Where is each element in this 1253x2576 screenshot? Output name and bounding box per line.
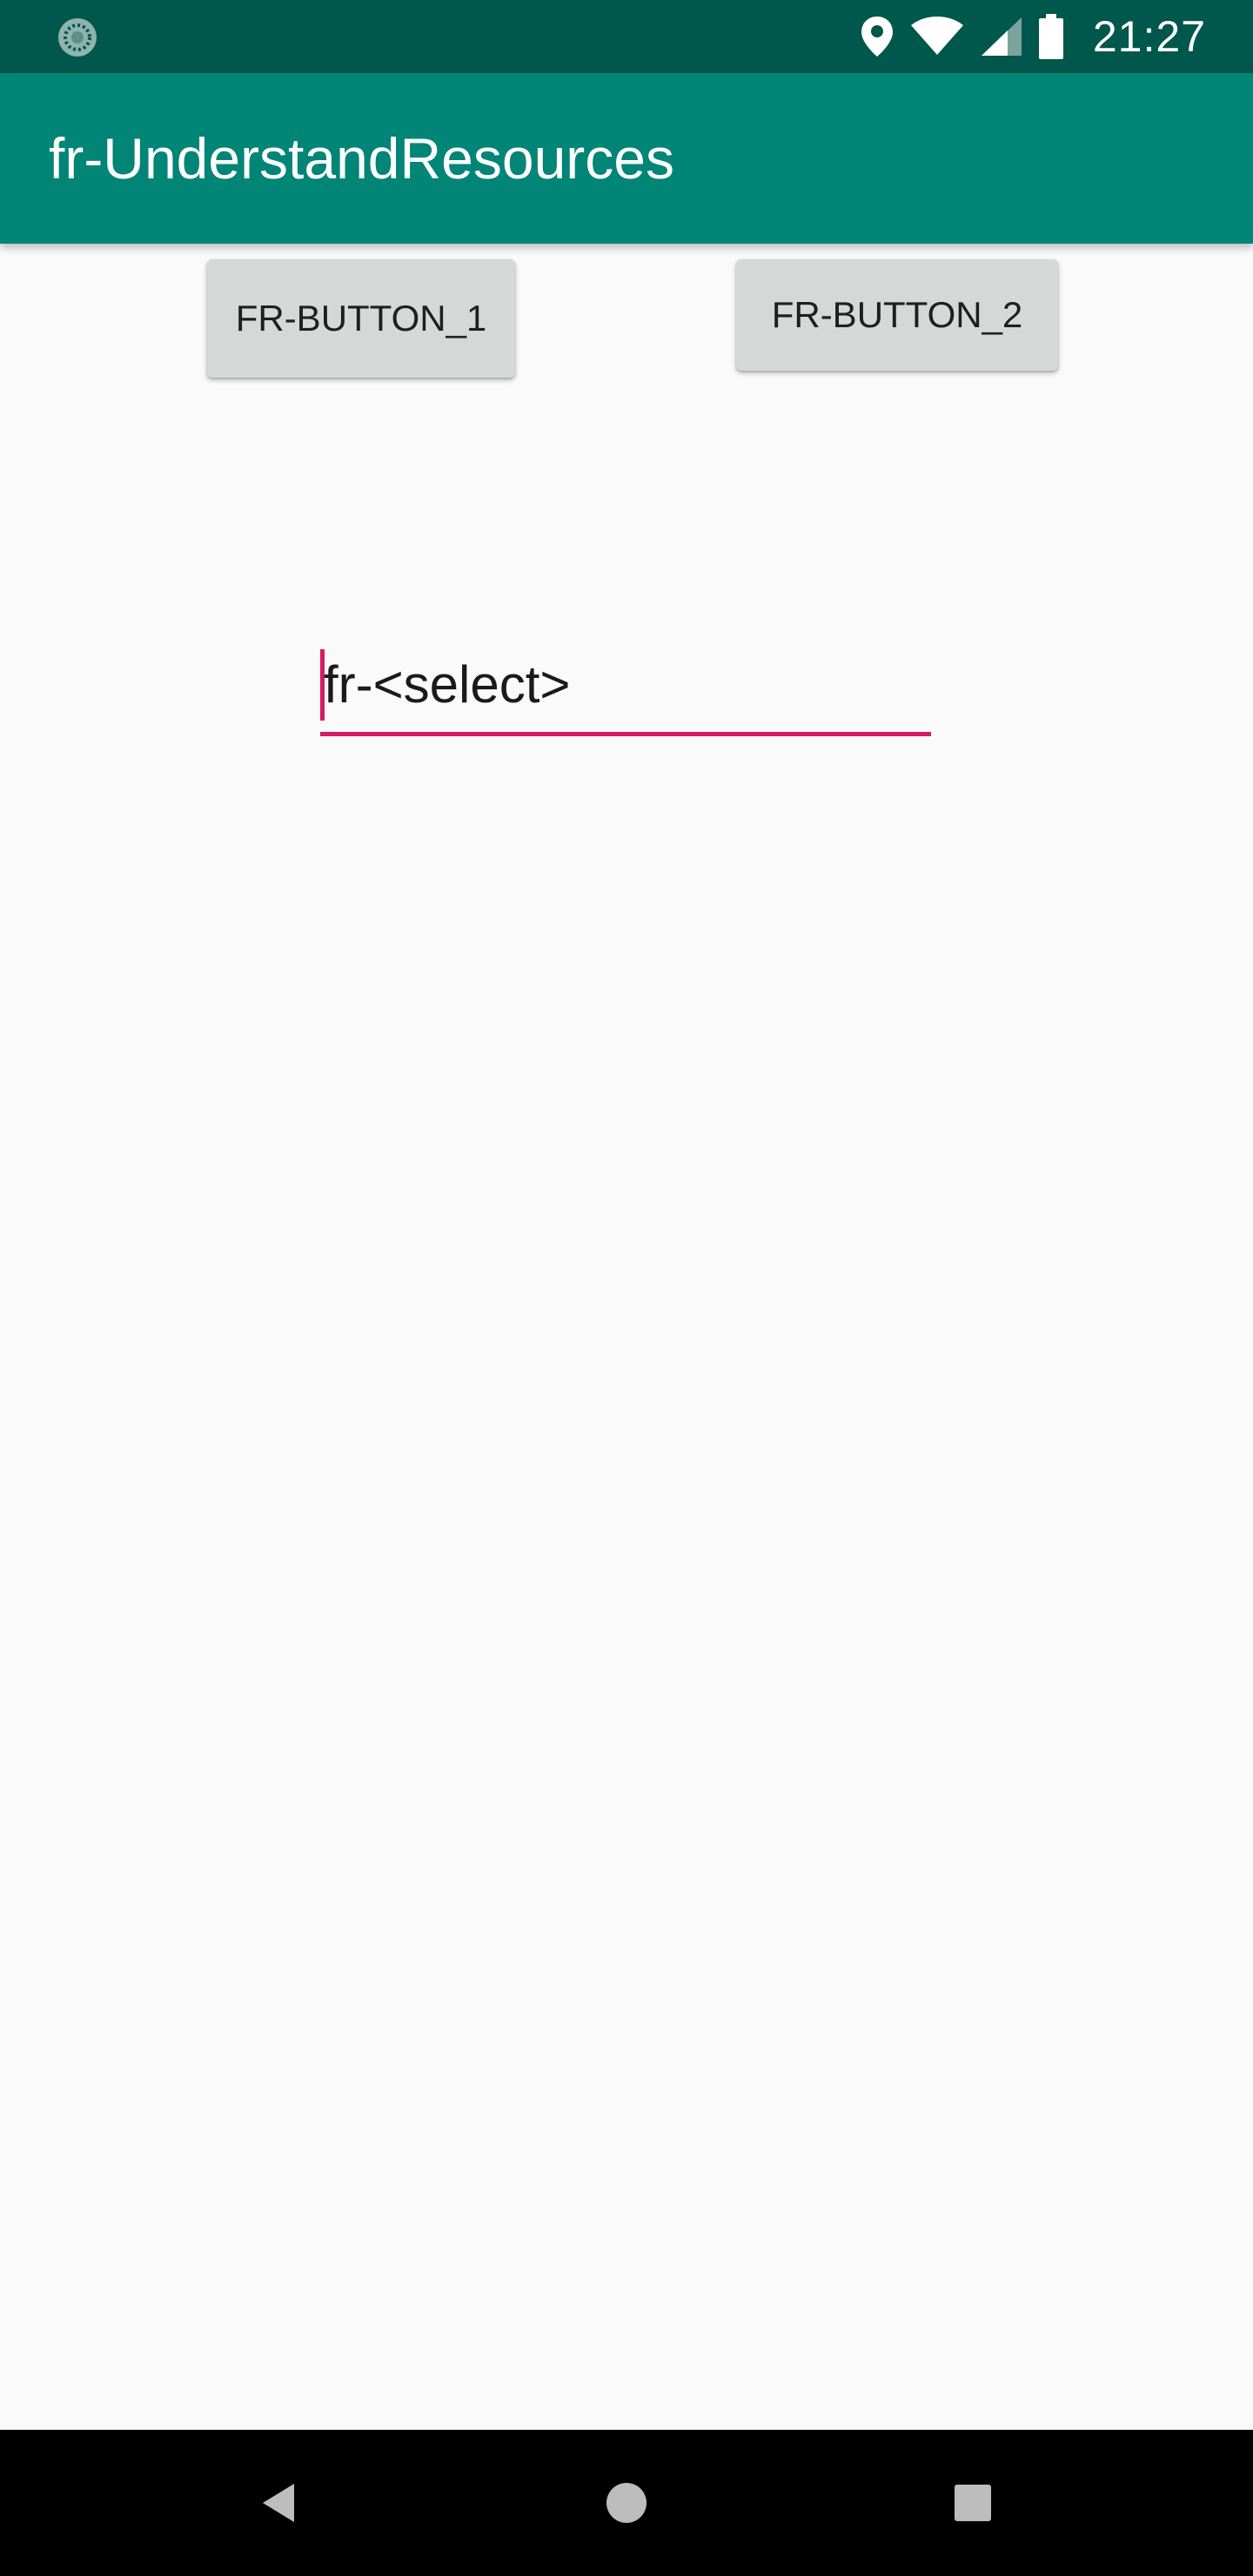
fr-button-2[interactable]: FR-BUTTON_2 bbox=[736, 259, 1058, 371]
home-button[interactable] bbox=[592, 2468, 661, 2538]
location-icon bbox=[861, 17, 893, 57]
back-icon bbox=[263, 2484, 294, 2522]
status-bar: 21:27 bbox=[0, 0, 1253, 73]
app-bar: fr-UnderstandResources bbox=[0, 73, 1253, 244]
sync-icon bbox=[58, 18, 97, 57]
fr-button-1[interactable]: FR-BUTTON_1 bbox=[207, 259, 515, 378]
wifi-icon bbox=[910, 17, 963, 55]
status-icons: 21:27 bbox=[860, 0, 1206, 73]
app-screen: 21:27 fr-UnderstandResources FR-BUTTON_1… bbox=[0, 0, 1253, 2576]
cell-signal-icon bbox=[981, 17, 1022, 56]
navigation-bar bbox=[0, 2430, 1253, 2576]
status-time: 21:27 bbox=[1092, 12, 1206, 61]
recents-icon bbox=[955, 2485, 991, 2521]
text-input-value: fr-<select> bbox=[324, 655, 571, 714]
app-title: fr-UnderstandResources bbox=[49, 126, 674, 191]
home-icon bbox=[606, 2483, 647, 2523]
recents-button[interactable] bbox=[938, 2468, 1008, 2538]
back-button[interactable] bbox=[244, 2468, 313, 2538]
battery-icon bbox=[1038, 14, 1063, 59]
text-input-field[interactable]: fr-<select> bbox=[320, 642, 931, 736]
